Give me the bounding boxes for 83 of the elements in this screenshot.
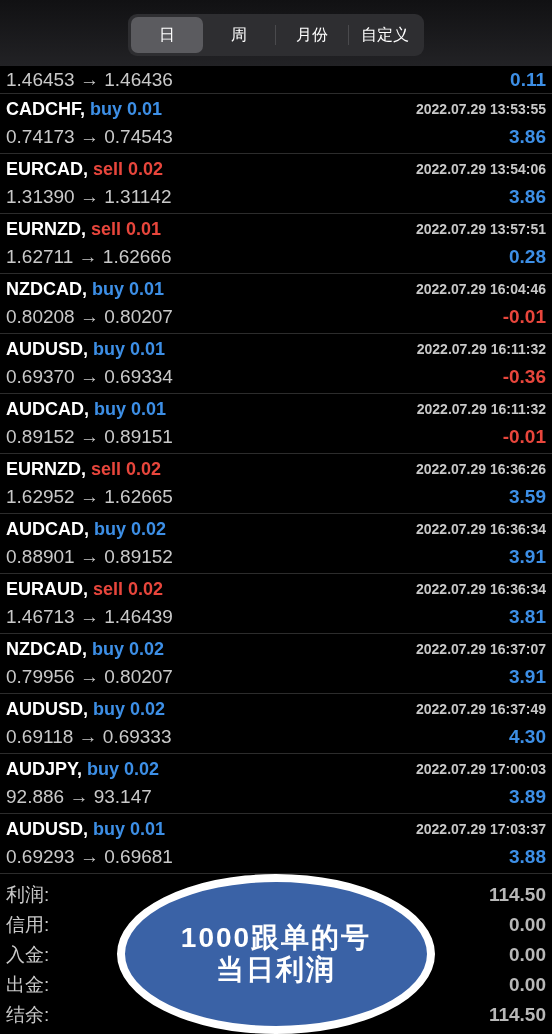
profit-value: -0.01 bbox=[502, 424, 546, 449]
trade-time: 2022.07.29 13:57:51 bbox=[416, 219, 546, 239]
symbol: AUDUSD, bbox=[6, 697, 88, 721]
symbol: AUDUSD, bbox=[6, 337, 88, 361]
profit-value: 3.89 bbox=[509, 784, 546, 809]
symbol: EURNZD, bbox=[6, 217, 86, 241]
order-type: buy 0.01 bbox=[93, 817, 166, 841]
price-range: 0.80208 → 0.80207 bbox=[6, 304, 173, 329]
price-range: 1.31390 → 1.31142 bbox=[6, 184, 172, 209]
price-range: 92.886 → 93.147 bbox=[6, 784, 152, 809]
symbol: AUDUSD, bbox=[6, 817, 88, 841]
summary-label: 信用: bbox=[6, 912, 50, 937]
profit-value: 4.30 bbox=[509, 724, 546, 749]
price-range: 0.69293 → 0.69681 bbox=[6, 844, 173, 869]
order-type: sell 0.02 bbox=[93, 577, 164, 601]
order-type: buy 0.01 bbox=[94, 397, 167, 421]
trade-time: 2022.07.29 16:11:32 bbox=[416, 339, 546, 359]
price-range: 0.74173 → 0.74543 bbox=[6, 124, 173, 149]
price-range: 0.69370 → 0.69334 bbox=[6, 364, 173, 389]
period-tab[interactable]: 月份 bbox=[276, 17, 348, 53]
trade-time: 2022.07.29 16:37:07 bbox=[416, 639, 546, 659]
price-range: 1.46713 → 1.46439 bbox=[6, 604, 173, 629]
profit-value: 3.91 bbox=[509, 664, 546, 689]
trade-time: 2022.07.29 13:54:06 bbox=[416, 159, 546, 179]
trade-time: 2022.07.29 16:11:32 bbox=[416, 399, 546, 419]
trade-time: 2022.07.29 16:36:34 bbox=[416, 519, 546, 539]
summary-value: 114.50 bbox=[488, 1002, 546, 1027]
trade-time: 2022.07.29 16:36:34 bbox=[416, 579, 546, 599]
symbol: EURAUD, bbox=[6, 577, 88, 601]
profit-value: 3.88 bbox=[509, 844, 546, 869]
profit-value: -0.01 bbox=[502, 304, 546, 329]
symbol: AUDCAD, bbox=[6, 397, 89, 421]
trade-time: 2022.07.29 16:37:49 bbox=[416, 699, 546, 719]
summary-label: 入金: bbox=[6, 942, 50, 967]
order-type: buy 0.02 bbox=[94, 517, 167, 541]
price-range: 1.62952 → 1.62665 bbox=[6, 484, 173, 509]
profit-value: 0.28 bbox=[509, 244, 546, 269]
summary-label: 结余: bbox=[6, 1002, 50, 1027]
profit-value: 3.86 bbox=[509, 184, 546, 209]
order-type: buy 0.02 bbox=[87, 757, 160, 781]
summary-label: 利润: bbox=[6, 882, 50, 907]
order-type: sell 0.02 bbox=[93, 157, 164, 181]
symbol: EURCAD, bbox=[6, 157, 88, 181]
order-type: buy 0.02 bbox=[93, 697, 166, 721]
profit-value: 3.81 bbox=[509, 604, 546, 629]
price-range: 0.89152 → 0.89151 bbox=[6, 424, 173, 449]
trade-time: 2022.07.29 17:00:03 bbox=[416, 759, 546, 779]
price-range: 1.62711 → 1.62666 bbox=[6, 244, 172, 269]
symbol: NZDCAD, bbox=[6, 637, 87, 661]
price-range: 0.88901 → 0.89152 bbox=[6, 544, 173, 569]
summary-value: 0.00 bbox=[509, 912, 546, 937]
order-type: sell 0.02 bbox=[91, 457, 162, 481]
order-type: buy 0.02 bbox=[92, 637, 165, 661]
symbol: AUDCAD, bbox=[6, 517, 89, 541]
symbol: NZDCAD, bbox=[6, 277, 87, 301]
profit-value: 3.86 bbox=[509, 124, 546, 149]
summary-label: 出金: bbox=[6, 972, 50, 997]
callout-text: 1000跟单的号 bbox=[180, 922, 372, 954]
trade-time: 2022.07.29 17:03:37 bbox=[416, 819, 546, 839]
order-type: buy 0.01 bbox=[92, 277, 165, 301]
profit-value: 3.59 bbox=[509, 484, 546, 509]
summary-value: 0.00 bbox=[509, 972, 546, 997]
period-tab[interactable]: 周 bbox=[203, 17, 275, 53]
trade-time: 2022.07.29 13:53:55 bbox=[416, 99, 546, 119]
price-range: 1.46453 → 1.46436 bbox=[6, 69, 173, 91]
order-type: buy 0.01 bbox=[90, 97, 163, 121]
profit-value: 0.11 bbox=[510, 69, 546, 91]
symbol: CADCHF, bbox=[6, 97, 85, 121]
symbol: EURNZD, bbox=[6, 457, 86, 481]
order-type: buy 0.01 bbox=[93, 337, 166, 361]
trade-time: 2022.07.29 16:36:26 bbox=[416, 459, 546, 479]
profit-value: -0.36 bbox=[502, 364, 546, 389]
order-type: sell 0.01 bbox=[91, 217, 162, 241]
profit-value: 3.91 bbox=[509, 544, 546, 569]
callout-text: 当日利润 bbox=[216, 954, 336, 986]
trade-time: 2022.07.29 16:04:46 bbox=[416, 279, 546, 299]
period-tab[interactable]: 自定义 bbox=[349, 17, 421, 53]
symbol: AUDJPY, bbox=[6, 757, 83, 781]
price-range: 0.69118 → 0.69333 bbox=[6, 724, 172, 749]
price-range: 0.79956 → 0.80207 bbox=[6, 664, 173, 689]
summary-value: 0.00 bbox=[509, 942, 546, 967]
period-tab[interactable]: 日 bbox=[131, 17, 203, 53]
summary-value: 114.50 bbox=[488, 882, 546, 907]
